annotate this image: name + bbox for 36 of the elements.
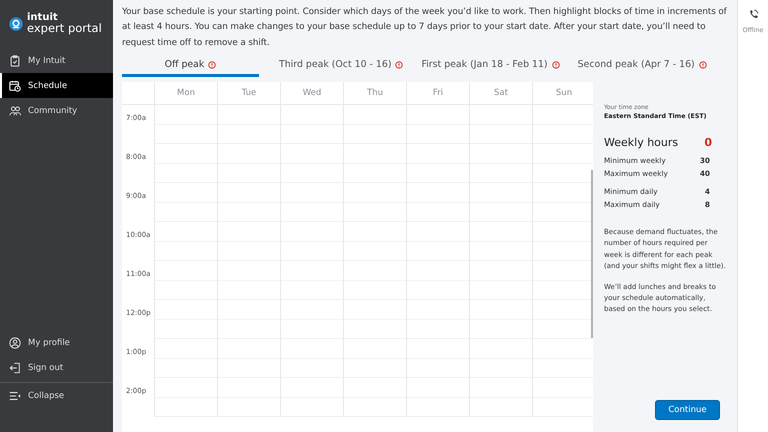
tab[interactable]: Third peak (Oct 10 - 16)	[279, 55, 404, 78]
calendar-icon	[9, 80, 21, 92]
clipboard-icon	[9, 54, 21, 66]
tab[interactable]: Off peak	[122, 55, 259, 78]
weekly-hours-label: Weekly hours	[604, 136, 678, 150]
brand-name: intuit	[27, 13, 59, 24]
scrollbar[interactable]	[591, 170, 593, 338]
collapse-icon	[9, 390, 21, 402]
profile-icon	[9, 336, 21, 348]
sidebar-item[interactable]: My Intuit	[0, 48, 113, 73]
alert-icon	[698, 60, 707, 69]
continue-button[interactable]: Continue	[655, 400, 720, 420]
day-header: Sat	[470, 82, 533, 104]
day-header: Tue	[218, 82, 281, 104]
day-header: Sun	[533, 82, 593, 104]
sign-out-icon	[9, 362, 21, 374]
sidebar-item[interactable]: Sign out	[0, 355, 113, 380]
collapse-button[interactable]: Collapse	[0, 382, 113, 408]
sidebar-item[interactable]: My profile	[0, 330, 113, 355]
day-header: Mon	[155, 82, 218, 104]
weekly-hours-value: 0	[704, 136, 712, 150]
people-icon	[9, 104, 21, 116]
day-header: Fri	[407, 82, 470, 104]
tab[interactable]: First peak (Jan 18 - Feb 11)	[421, 55, 560, 78]
day-header: Thu	[344, 82, 407, 104]
tab[interactable]: Second peak (Apr 7 - 16)	[578, 55, 707, 78]
brand-subtitle: expert portal	[27, 23, 102, 35]
sidebar-item[interactable]: Schedule	[0, 73, 113, 98]
alert-icon	[208, 60, 216, 69]
logo-icon	[9, 17, 23, 31]
sidebar-item[interactable]: Community	[0, 98, 113, 123]
alert-icon	[395, 60, 404, 69]
day-header: Wed	[281, 82, 344, 104]
alert-icon	[552, 60, 560, 69]
intro-paragraph: Your base schedule is your starting point. Consider which days of the week you’d like to work. Then highlight blocks of time in increments of at least 4 hours. You can make changes to your base schedule up to 7 days prior to your start date. After your start date, you’ll need to request time off to remove a shift.	[122, 6, 728, 50]
phone-icon	[748, 9, 758, 20]
